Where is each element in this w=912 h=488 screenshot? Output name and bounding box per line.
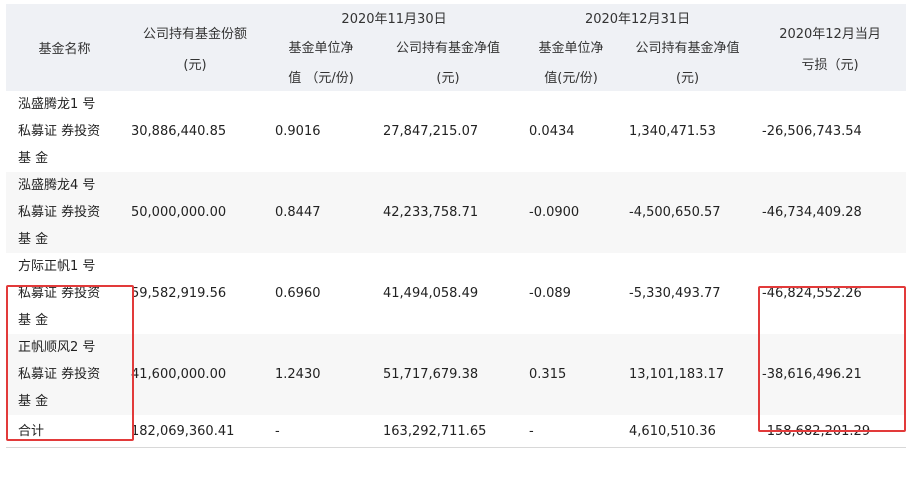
value-dec-cell: -4,500,650.57 [621, 172, 755, 253]
header-monthly-loss: 2020年12月当月 亏损（元) [754, 4, 907, 91]
nav-dec-cell: -0.089 [529, 286, 571, 301]
fund-name-cell: 方际正帆1 号私募证 券投资基 金 [18, 259, 101, 328]
header-period-nov: 2020年11月30日 [267, 4, 522, 31]
value-nov-cell: 51,717,679.38 [375, 334, 522, 415]
header-nav-dec-line1: 基金单位净 [521, 31, 622, 61]
fund-name-cell: 泓盛腾龙4 号私募证 券投资基 金 [6, 172, 123, 253]
value-nov-cell: 41,494,058.49 [383, 286, 479, 301]
header-value-dec-line2: (元) [621, 61, 755, 91]
header-period-dec: 2020年12月31日 [521, 4, 755, 31]
nav-dec-cell: 0.315 [521, 334, 622, 415]
fund-name-cell: 泓盛腾龙1 号私募证 券投资基 金 [18, 97, 101, 166]
nav-nov-cell: 0.6960 [275, 286, 321, 301]
shares-cell: 59,582,919.56 [131, 286, 227, 301]
loss-cell: -38,616,496.21 [754, 334, 907, 415]
nav-dec-cell: 0.0434 [529, 124, 575, 139]
nav-dec-cell: -0.0900 [521, 172, 622, 253]
fund-loss-table: 基金名称 公司持有基金份额 (元) 2020年11月30日 2020年12月31… [6, 4, 907, 448]
header-value-dec-line1: 公司持有基金净值 [621, 31, 755, 61]
total-shares: 182,069,360.41 [131, 423, 235, 439]
nav-nov-cell: 0.9016 [275, 124, 321, 139]
loss-cell: -46,734,409.28 [754, 172, 907, 253]
total-nav-nov: - [275, 423, 280, 439]
value-nov-cell: 27,847,215.07 [383, 124, 479, 139]
header-value-nov-line2: (元) [375, 61, 522, 91]
total-nav-dec: - [529, 423, 534, 439]
loss-cell: -46,824,552.26 [762, 286, 862, 301]
header-fund-name: 基金名称 [6, 4, 123, 91]
total-row: 合计 182,069,360.41 - 163,292,711.65 - 4,6… [6, 415, 907, 448]
table-row: 方际正帆1 号私募证 券投资基 金 59,582,919.56 0.6960 4… [6, 253, 906, 334]
value-dec-cell: 1,340,471.53 [629, 124, 716, 139]
fund-name-cell: 正帆顺风2 号私募证 券投资基 金 [6, 334, 123, 415]
loss-cell: -26,506,743.54 [762, 124, 862, 139]
table-row: 泓盛腾龙1 号私募证 券投资基 金 30,886,440.85 0.9016 2… [6, 91, 906, 172]
nav-nov-cell: 0.8447 [267, 172, 375, 253]
table-row: 正帆顺风2 号私募证 券投资基 金 41,600,000.00 1.2430 5… [6, 334, 907, 415]
shares-cell: 30,886,440.85 [131, 124, 227, 139]
total-label: 合计 [18, 423, 45, 439]
header-nav-nov-line1: 基金单位净 [267, 31, 375, 61]
total-loss: -158,682,201.29 [762, 423, 871, 439]
header-nav-dec-line2: 值(元/份) [521, 61, 622, 91]
table-row: 泓盛腾龙4 号私募证 券投资基 金 50,000,000.00 0.8447 4… [6, 172, 907, 253]
total-value-dec: 4,610,510.36 [629, 423, 716, 439]
value-nov-cell: 42,233,758.71 [375, 172, 522, 253]
header-company-shares: 公司持有基金份额 (元) [123, 4, 267, 91]
nav-nov-cell: 1.2430 [267, 334, 375, 415]
value-dec-cell: -5,330,493.77 [629, 286, 721, 301]
shares-cell: 50,000,000.00 [123, 172, 267, 253]
header-nav-nov-line2: 值 （元/份) [267, 61, 375, 91]
value-dec-cell: 13,101,183.17 [621, 334, 755, 415]
total-value-nov: 163,292,711.65 [383, 423, 487, 439]
shares-cell: 41,600,000.00 [123, 334, 267, 415]
header-value-nov-line1: 公司持有基金净值 [375, 31, 522, 61]
